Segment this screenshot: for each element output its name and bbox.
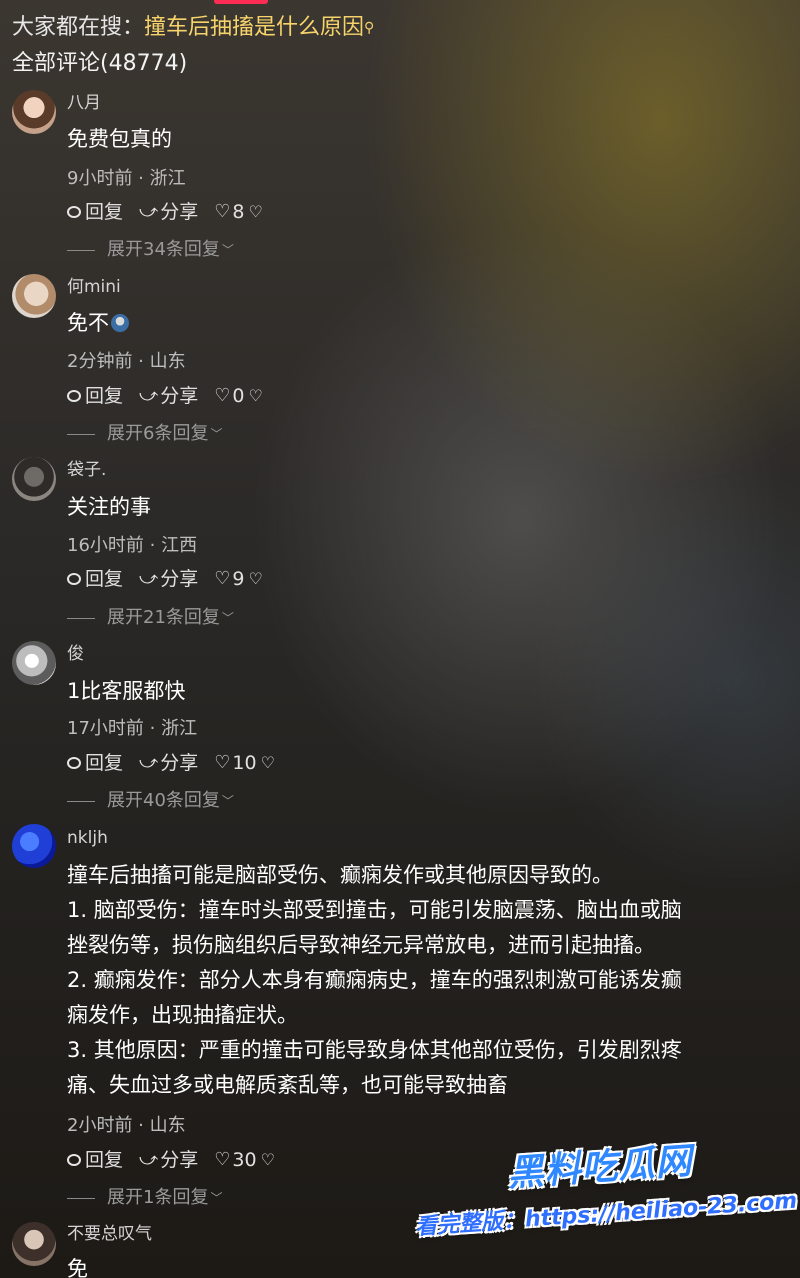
search-query-link[interactable]: 撞车后抽搐是什么原因 [144,15,364,40]
share-icon: ⤻ [139,752,159,773]
comments-count-title: 全部评论(48774) [12,51,188,76]
share-button[interactable]: ⤻ 分享 [139,750,198,776]
comment-meta: 17小时前 · 浙江 [67,718,198,739]
reply-icon [67,206,81,218]
chevron-down-icon: ﹀ [221,611,234,625]
reply-button[interactable]: 回复 [67,199,123,225]
like-button[interactable]: ♡ 30 ♡ [214,1147,277,1173]
watermark: 黑料吃瓜网 看完整版：https://heiliao-23.com [410,1125,798,1278]
comment-actions: 回复 ⤻ 分享 ♡ 9 ♡ [67,566,281,592]
avatar[interactable] [12,824,56,868]
expand-replies-button[interactable]: 展开21条回复 ﹀ [67,606,234,630]
divider [67,1197,95,1199]
comment-username[interactable]: 袋子. [67,458,106,482]
content-line: 2. 癫痫发作：部分人本身有癫痫病史，撞车的强烈刺激可能诱发癫 [67,968,682,992]
dislike-icon[interactable]: ♡ [249,383,263,409]
comment-content: 撞车后抽搐可能是脑部受伤、癫痫发作或其他原因导致的。 1. 脑部受伤：撞车时头部… [67,858,785,1103]
avatar[interactable] [12,90,56,134]
content-line: 3. 其他原因：严重的撞击可能导致身体其他部位受伤，引发剧烈疼 [67,1038,682,1062]
search-prefix: 大家都在搜： [12,15,145,40]
comment-meta: 16小时前 · 江西 [67,535,198,556]
comment-content: 免费包真的 [67,127,172,151]
avatar[interactable] [12,274,56,318]
emoji-icon [111,314,129,332]
expand-replies-button[interactable]: 展开34条回复 ﹀ [67,238,234,262]
content-line: 痛、失血过多或电解质紊乱等，也可能导致抽畜 [67,1073,508,1097]
comment-content: 免不 [67,306,785,341]
like-count: 8 [232,201,245,223]
share-button[interactable]: ⤻ 分享 [139,199,198,225]
comment-actions: 回复 ⤻ 分享 ♡ 0 ♡ [67,383,281,409]
reply-icon [67,757,81,769]
dislike-icon[interactable]: ♡ [261,750,275,776]
like-button[interactable]: ♡ 0 ♡ [214,383,265,409]
reply-button[interactable]: 回复 [67,566,123,592]
reply-button[interactable]: 回复 [67,750,123,776]
divider [67,617,95,619]
heart-icon: ♡ [214,752,231,773]
avatar[interactable] [12,641,56,685]
reply-icon [67,390,81,402]
comment-actions: 回复 ⤻ 分享 ♡ 8 ♡ [67,199,281,225]
content-line: 撞车后抽搐可能是脑部受伤、癫痫发作或其他原因导致的。 [67,863,613,887]
share-icon: ⤻ [139,568,159,589]
like-count: 10 [232,752,257,774]
divider [67,249,95,251]
heart-icon: ♡ [214,568,231,589]
share-button[interactable]: ⤻ 分享 [139,383,198,409]
dislike-icon[interactable]: ♡ [249,566,263,592]
reply-button[interactable]: 回复 [67,383,123,409]
divider [67,433,95,435]
top-accent-bar [214,0,268,4]
content-line: 1. 脑部受伤：撞车时头部受到撞击，可能引发脑震荡、脑出血或脑 [67,898,682,922]
heart-icon: ♡ [214,201,231,222]
avatar[interactable] [12,457,56,501]
comment-actions: 回复 ⤻ 分享 ♡ 30 ♡ [67,1147,293,1173]
reply-icon [67,1154,81,1166]
like-count: 30 [232,1149,257,1171]
expand-replies-button[interactable]: 展开40条回复 ﹀ [67,789,234,813]
expand-replies-button[interactable]: 展开6条回复 ﹀ [67,422,222,446]
like-button[interactable]: ♡ 9 ♡ [214,566,265,592]
comment-actions: 回复 ⤻ 分享 ♡ 10 ♡ [67,750,293,776]
dislike-icon[interactable]: ♡ [261,1147,275,1173]
comment-content: 1比客服都快 [67,679,186,703]
comment-username[interactable]: 八月 [67,91,101,115]
avatar[interactable] [12,1222,56,1266]
comment-content: 关注的事 [67,495,151,519]
content-line: 挫裂伤等，损伤脑组织后导致神经元异常放电，进而引起抽搐。 [67,933,655,957]
comment-meta: 9小时前 · 浙江 [67,168,186,189]
expand-replies-button[interactable]: 展开1条回复 ﹀ [67,1186,222,1210]
like-button[interactable]: ♡ 10 ♡ [214,750,277,776]
reply-icon [67,573,81,585]
comment-username[interactable]: 俊 [67,642,84,666]
like-count: 0 [232,385,245,407]
divider [67,800,95,802]
watermark-brand: 黑料吃瓜网 [506,1140,694,1195]
share-button[interactable]: ⤻ 分享 [139,1147,198,1173]
comment-username[interactable]: nkljh [67,826,108,850]
chevron-down-icon: ﹀ [210,427,223,441]
share-button[interactable]: ⤻ 分享 [139,566,198,592]
heart-icon: ♡ [214,1149,231,1170]
comment-username[interactable]: 何mini [67,275,121,299]
comment-meta: 2小时前 · 山东 [67,1115,186,1136]
share-icon: ⤻ [139,1149,159,1170]
heart-icon: ♡ [214,385,231,406]
like-count: 9 [232,568,245,590]
comment-meta: 2分钟前 · 山东 [67,351,186,372]
share-icon: ⤻ [139,385,159,406]
content-line: 痫发作，出现抽搐症状。 [67,1003,298,1027]
chevron-down-icon: ﹀ [221,794,234,808]
reply-button[interactable]: 回复 [67,1147,123,1173]
chevron-down-icon: ﹀ [210,1191,223,1205]
search-suggestion[interactable]: 大家都在搜：撞车后抽搐是什么原因⚲ [12,12,374,44]
chevron-down-icon: ﹀ [221,243,234,257]
dislike-icon[interactable]: ♡ [249,199,263,225]
share-icon: ⤻ [139,201,159,222]
comment-username[interactable]: 不要总叹气 [67,1222,152,1246]
like-button[interactable]: ♡ 8 ♡ [214,199,265,225]
watermark-url: 看完整版：https://heiliao-23.com [414,1188,798,1241]
search-icon: ⚲ [364,20,375,36]
